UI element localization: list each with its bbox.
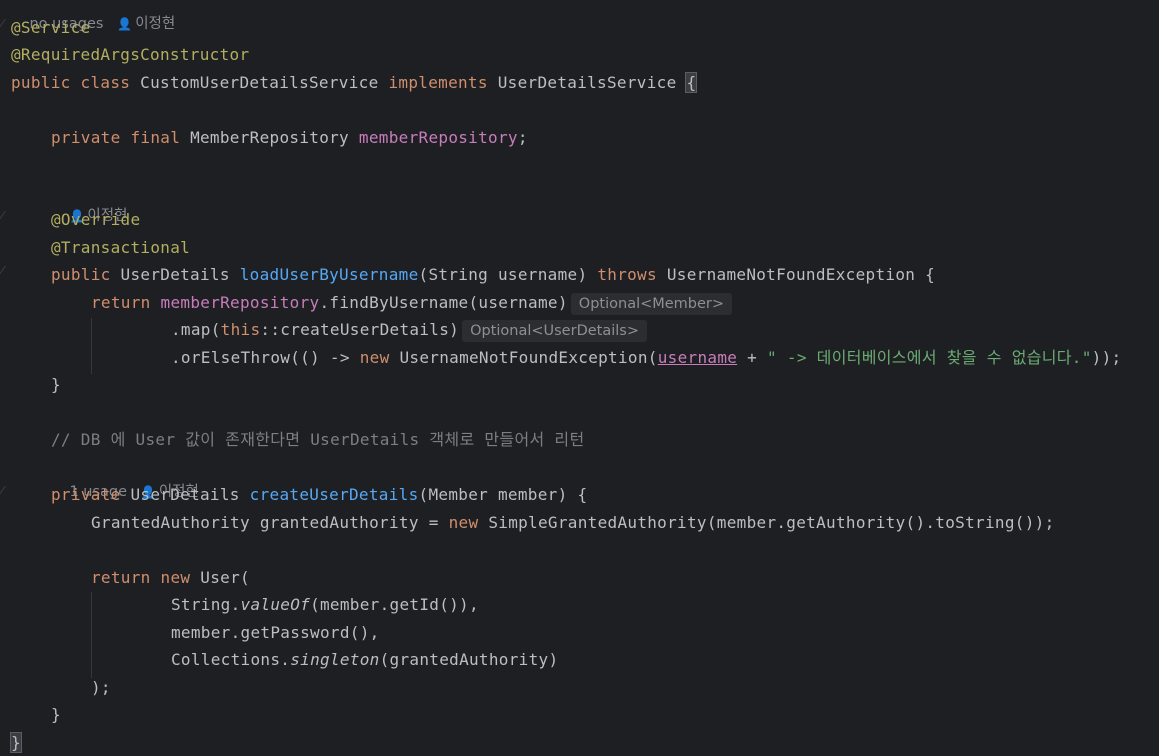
field-name: memberRepository xyxy=(160,293,320,312)
method-call: member.getPassword(), xyxy=(171,623,380,642)
usage-hint-top[interactable]: no usages 👤 이정현 xyxy=(11,0,175,32)
code-line[interactable]: public UserDetails loadUserByUsername(St… xyxy=(51,262,935,288)
class-reference: String. xyxy=(171,595,241,614)
code-line[interactable]: ); xyxy=(91,675,111,701)
keyword: public class xyxy=(11,73,141,92)
code-line[interactable]: @Transactional xyxy=(51,235,190,261)
code-line[interactable]: // DB 에 User 값이 존재한다면 UserDetails 객체로 만들… xyxy=(51,427,584,453)
code-line[interactable]: return new User( xyxy=(91,565,250,591)
annotation-required-args: @RequiredArgsConstructor xyxy=(11,45,250,64)
method-call: .orElseThrow(() -> xyxy=(171,348,360,367)
constructor-call: SimpleGrantedAuthority(member.getAuthori… xyxy=(488,513,1055,532)
closing-brace: } xyxy=(51,705,61,724)
keyword: private xyxy=(51,485,131,504)
closing-brace: } xyxy=(51,375,61,394)
usage-hint[interactable]: 1 usage 👤 이정현 xyxy=(51,456,198,500)
method-call: .map( xyxy=(171,320,221,339)
keyword: new xyxy=(448,513,489,532)
code-comment: // DB 에 User 값이 존재한다면 UserDetails 객체로 만들… xyxy=(51,430,585,449)
closing-paren: ); xyxy=(91,678,111,697)
code-line[interactable]: } xyxy=(51,372,61,398)
method-args: (member.getId()), xyxy=(310,595,479,614)
method-name: loadUserByUsername xyxy=(239,265,419,284)
annotation-transactional: @Transactional xyxy=(51,238,191,257)
method-reference: ::createUserDetails) xyxy=(260,320,460,339)
author-icon: 👤 xyxy=(117,17,133,31)
code-line[interactable]: .orElseThrow(() -> new UsernameNotFoundE… xyxy=(171,345,1121,371)
field-name: memberRepository xyxy=(358,128,518,147)
code-line[interactable]: private UserDetails createUserDetails(Me… xyxy=(51,482,587,508)
interface-name: UserDetailsService xyxy=(497,73,687,92)
code-line[interactable]: member.getPassword(), xyxy=(171,620,380,646)
matched-brace: { xyxy=(685,72,698,93)
keyword: implements xyxy=(388,73,498,92)
code-line[interactable]: GrantedAuthority grantedAuthority = new … xyxy=(91,510,1055,536)
method-call: .findByUsername(username) xyxy=(319,293,568,312)
keyword: return xyxy=(91,568,161,587)
gutter-fold-marker[interactable] xyxy=(0,266,14,280)
code-editor[interactable]: no usages 👤 이정현 @Service @RequiredArgsCon… xyxy=(0,0,1159,753)
annotation-override: @Override xyxy=(51,210,141,229)
method-params: (Member member) { xyxy=(418,485,588,504)
method-name: createUserDetails xyxy=(249,485,419,504)
keyword: new xyxy=(160,568,201,587)
semicolon: ; xyxy=(517,128,528,147)
constructor-call: User( xyxy=(200,568,250,587)
return-type: UserDetails xyxy=(130,485,250,504)
class-name: CustomUserDetailsService xyxy=(140,73,389,92)
matched-brace: } xyxy=(10,732,22,753)
keyword: throws xyxy=(597,265,667,284)
method-args: (grantedAuthority) xyxy=(379,650,559,669)
type-inlay-hint: Optional<UserDetails> xyxy=(462,319,647,342)
method-params: (String username) xyxy=(418,265,598,284)
closing-parens: )); xyxy=(1091,348,1122,367)
operator: + xyxy=(737,348,768,367)
keyword: private final xyxy=(51,128,191,147)
gutter-fold-marker[interactable] xyxy=(0,486,14,500)
gutter-fold-marker[interactable] xyxy=(0,211,14,225)
type-name: MemberRepository xyxy=(190,128,359,147)
keyword: return xyxy=(91,293,161,312)
indent-guide xyxy=(91,592,92,678)
author-name[interactable]: 이정현 xyxy=(135,16,175,32)
static-method: valueOf xyxy=(240,595,311,614)
parameter-reference: username xyxy=(657,348,738,367)
code-line[interactable]: } xyxy=(51,702,61,728)
code-line[interactable]: public class CustomUserDetailsService im… xyxy=(11,70,698,96)
static-method: singleton xyxy=(290,650,380,669)
return-type: UserDetails xyxy=(120,265,240,284)
code-line[interactable]: @Service xyxy=(11,15,90,41)
type-inlay-hint: Optional<Member> xyxy=(570,292,733,315)
code-line[interactable]: Collections.singleton(grantedAuthority) xyxy=(171,647,558,673)
code-line[interactable]: @RequiredArgsConstructor xyxy=(11,42,249,68)
code-line[interactable]: private final MemberRepository memberRep… xyxy=(51,125,528,151)
annotation-service: @Service xyxy=(11,18,91,37)
keyword: this xyxy=(220,320,261,339)
code-line[interactable]: } xyxy=(10,730,22,756)
class-reference: Collections. xyxy=(171,650,291,669)
code-line[interactable]: return memberRepository.findByUsername(u… xyxy=(91,290,733,316)
code-line[interactable]: .map(this::createUserDetails) Optional<Us… xyxy=(171,317,647,343)
exception-type: UsernameNotFoundException { xyxy=(666,265,936,284)
code-line[interactable]: String.valueOf(member.getId()), xyxy=(171,592,479,618)
code-line[interactable]: @Override xyxy=(51,207,140,233)
indent-guide xyxy=(91,318,92,374)
author-hint[interactable]: 👤 이정현 xyxy=(51,180,127,224)
exception-type: UsernameNotFoundException( xyxy=(399,348,658,367)
variable-declaration: GrantedAuthority grantedAuthority = xyxy=(91,513,449,532)
string-literal: " -> 데이터베이스에서 찾을 수 없습니다." xyxy=(767,348,1092,367)
keyword: public xyxy=(51,265,121,284)
keyword: new xyxy=(359,348,400,367)
